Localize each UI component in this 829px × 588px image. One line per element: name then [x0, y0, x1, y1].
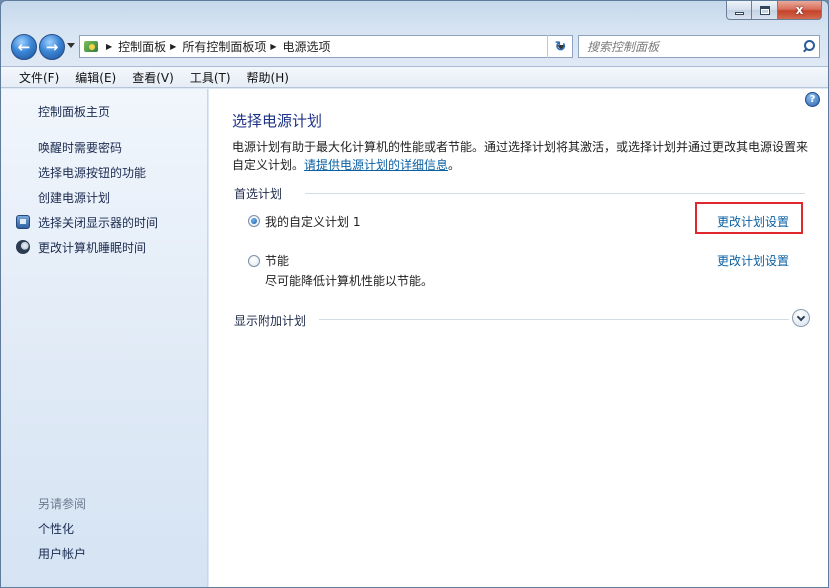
sidebar-link-control-panel-home[interactable]: 控制面板主页 — [38, 103, 110, 120]
caption-buttons: x — [726, 1, 822, 20]
refresh-icon: ↻ — [554, 38, 567, 55]
breadcrumb-all-items[interactable]: 所有控制面板项 — [182, 38, 266, 55]
sidebar-link-display-off-time[interactable]: 选择关闭显示器的时间 — [38, 214, 158, 231]
maximize-button[interactable] — [752, 1, 778, 20]
maximize-icon — [759, 5, 770, 15]
back-button[interactable]: ← — [11, 34, 37, 60]
highlight-annotation-box — [695, 202, 803, 234]
help-icon[interactable]: ? — [805, 92, 820, 107]
minimize-button[interactable] — [726, 1, 752, 20]
address-bar[interactable]: ▶ 控制面板 ▶ 所有控制面板项 ▶ 电源选项 — [79, 35, 573, 58]
forward-arrow-icon: → — [45, 38, 59, 56]
menu-view[interactable]: 查看(V) — [124, 69, 182, 86]
breadcrumb-separator-icon[interactable]: ▶ — [170, 42, 176, 51]
expand-additional-plans-button[interactable] — [792, 309, 810, 327]
sidebar-link-create-plan[interactable]: 创建电源计划 — [38, 189, 110, 206]
preferred-plans-heading: 首选计划 — [234, 187, 283, 201]
plan-name-power-saver[interactable]: 节能 — [265, 252, 289, 269]
main-content: ? 选择电源计划 电源计划有助于最大化计算机的性能或者节能。通过选择计划将其激活… — [209, 89, 828, 587]
control-panel-window: x ← → ▶ 控制面板 ▶ 所有控制面板项 ▶ 电源选项 ↻ 文件(F) 编辑… — [0, 0, 829, 588]
refresh-button[interactable]: ↻ — [547, 35, 573, 58]
plan-radio-power-saver[interactable] — [248, 255, 260, 267]
show-additional-plans-label[interactable]: 显示附加计划 — [234, 312, 306, 329]
breadcrumb-power-options[interactable]: 电源选项 — [283, 38, 331, 55]
change-plan-settings-link-power-saver[interactable]: 更改计划设置 — [717, 252, 789, 269]
menu-tools[interactable]: 工具(T) — [182, 69, 239, 86]
sidebar-link-require-password[interactable]: 唤醒时需要密码 — [38, 139, 122, 156]
sleep-moon-icon — [16, 240, 30, 254]
control-panel-icon — [82, 38, 102, 55]
menu-help[interactable]: 帮助(H) — [239, 69, 297, 86]
breadcrumb-control-panel[interactable]: 控制面板 — [118, 38, 166, 55]
navigation-bar: ← → ▶ 控制面板 ▶ 所有控制面板项 ▶ 电源选项 ↻ — [1, 29, 828, 65]
sidebar-link-power-buttons[interactable]: 选择电源按钮的功能 — [38, 164, 146, 181]
see-also-personalization[interactable]: 个性化 — [38, 520, 74, 537]
chevron-down-icon — [796, 312, 806, 321]
recent-pages-dropdown[interactable] — [67, 43, 75, 48]
search-input[interactable] — [579, 36, 799, 57]
close-button[interactable]: x — [778, 1, 822, 20]
plan-description-power-saver: 尽可能降低计算机性能以节能。 — [265, 274, 434, 288]
plan-radio-custom[interactable] — [248, 215, 260, 227]
task-pane: 控制面板主页 唤醒时需要密码 选择电源按钮的功能 创建电源计划 选择关闭显示器的… — [1, 89, 208, 587]
back-arrow-icon: ← — [17, 38, 31, 56]
description-end: 。 — [448, 158, 461, 172]
close-icon: x — [795, 3, 804, 17]
section-divider — [305, 193, 805, 194]
see-also-heading: 另请参阅 — [38, 497, 87, 511]
menu-file[interactable]: 文件(F) — [11, 69, 67, 86]
see-also-user-accounts[interactable]: 用户帐户 — [38, 545, 86, 562]
search-box[interactable] — [578, 35, 820, 58]
breadcrumb-separator-icon[interactable]: ▶ — [270, 42, 276, 51]
page-title: 选择电源计划 — [232, 112, 323, 130]
search-icon[interactable] — [799, 37, 819, 57]
section-divider — [319, 319, 789, 320]
forward-button[interactable]: → — [39, 34, 65, 60]
plan-name-custom[interactable]: 我的自定义计划 1 — [265, 213, 360, 230]
sidebar-link-sleep-time[interactable]: 更改计算机睡眠时间 — [38, 239, 146, 256]
minimize-icon — [734, 11, 744, 15]
monitor-icon — [16, 215, 30, 229]
page-description: 电源计划有助于最大化计算机的性能或者节能。通过选择计划将其激活，或选择计划并通过… — [232, 138, 812, 174]
breadcrumb-separator-icon[interactable]: ▶ — [106, 42, 112, 51]
menu-edit[interactable]: 编辑(E) — [67, 69, 124, 86]
plan-details-link[interactable]: 请提供电源计划的详细信息 — [304, 158, 448, 172]
menu-bar: 文件(F) 编辑(E) 查看(V) 工具(T) 帮助(H) — [1, 66, 828, 88]
